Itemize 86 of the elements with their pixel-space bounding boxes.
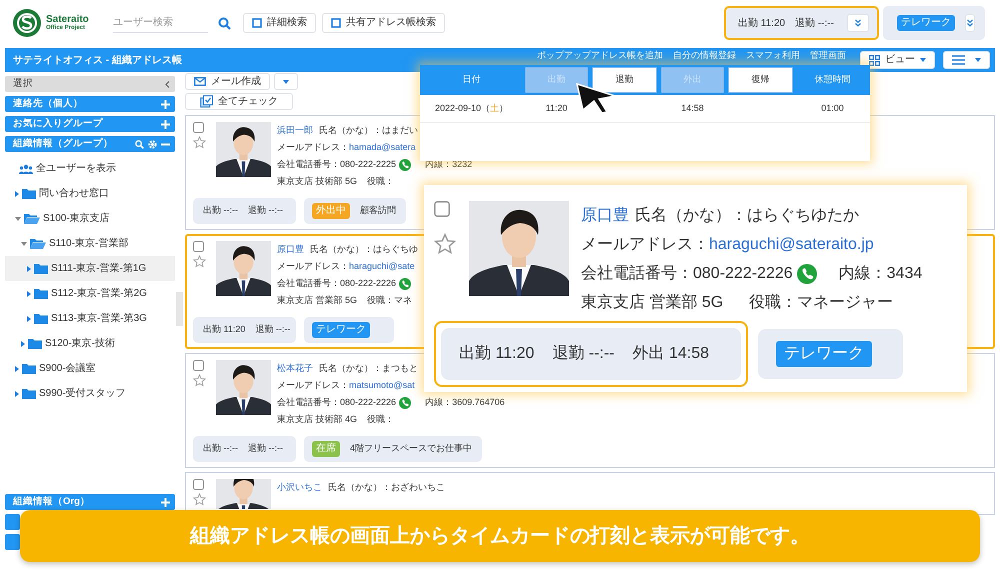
attendance-text: 退勤 --:-- (255, 323, 290, 336)
time-cell-text: 01:00 (821, 102, 844, 115)
time-cell-text: 14:58 (681, 102, 704, 115)
status-tag: 外出中 (312, 203, 350, 219)
attendance-text: 外出 14:58 (632, 344, 709, 364)
column-header: 休憩時間 (814, 73, 852, 86)
tree-item[interactable]: S120-東京-技術 (5, 331, 175, 356)
email-label: メールアドレス： (277, 380, 349, 390)
tree-item[interactable]: S100-東京支店 (5, 206, 175, 231)
attendance-text: 退勤 --:-- (552, 344, 614, 364)
phone-text: 会社電話番号：080-222-2226 (277, 396, 396, 409)
status-note: 4階フリースペースでお仕事中 (350, 442, 472, 456)
kana-text: 氏名（かな）：おざわいちこ (328, 482, 445, 492)
email-link[interactable]: matsumoto@sat (349, 380, 415, 390)
date-cell-text: 2022-09-10（土） (434, 102, 508, 115)
sidebar-section[interactable]: 連絡先（個人） (5, 96, 175, 112)
status-tag: テレワーク (776, 340, 872, 368)
person-name[interactable]: 浜田一郎 (277, 125, 313, 135)
header-link[interactable]: ポップアップアドレス帳を追加 (537, 50, 663, 60)
tree-item[interactable]: S990-受付スタッフ (5, 381, 175, 406)
sidebar-section[interactable]: 組織情報（グループ） (5, 136, 175, 152)
time-cell-text: 11:20 (546, 102, 568, 115)
status-tag: 在席 (312, 441, 340, 457)
tree-item[interactable]: S110-東京-営業部 (5, 231, 175, 256)
logo-name: Sateraito (46, 14, 89, 25)
person-name[interactable]: 原口豊 (581, 207, 629, 224)
timecard-button[interactable]: 退勤 (592, 67, 657, 93)
email-link[interactable]: hamada@satera (349, 142, 416, 152)
person-name[interactable]: 原口豊 (277, 244, 304, 254)
role-text: 役職： (367, 414, 394, 424)
status-tag: テレワーク (897, 15, 955, 31)
search-field[interactable]: ユーザー検索 (112, 13, 208, 33)
attendance-text: 退勤 --:-- (795, 16, 834, 30)
role-text: 役職： (367, 176, 394, 186)
tree-item[interactable]: S111-東京-営業-第1G (5, 256, 175, 281)
person-name[interactable]: 小沢いちこ (277, 482, 322, 492)
compose-button[interactable]: メール作成 (185, 73, 270, 90)
kana-text: 氏名（かな）：はらぐちゆたか (635, 207, 859, 224)
tree-item[interactable]: S900-会議室 (5, 356, 175, 381)
check-all-button[interactable]: 全てチェック (185, 93, 293, 110)
header-link[interactable]: スマフォ利用 (746, 50, 800, 60)
phone-text: 会社電話番号：080-222-2225 (277, 158, 396, 171)
sidebar-section[interactable]: 組織情報（Org） (5, 494, 175, 510)
tree-item[interactable]: 全ユーザーを表示 (5, 156, 175, 181)
sidebar-section[interactable]: お気に入りグループ (5, 116, 175, 132)
tree-item[interactable]: S112-東京-営業-第2G (5, 281, 175, 306)
email-label: メールアドレス： (277, 261, 349, 271)
banner-text: 組織アドレス帳の画面上からタイムカードの打刻と表示が可能です。 (20, 510, 980, 562)
sidebar-section[interactable]: 選択 (5, 76, 175, 92)
attendance-text: 出勤 11:20 (203, 323, 246, 336)
department-text: 東京支店 技術部 4G (277, 414, 358, 424)
header-link[interactable]: 管理画面 (810, 50, 846, 60)
person-name[interactable]: 松本花子 (277, 363, 313, 373)
status-tag: テレワーク (312, 322, 370, 338)
kana-text: 氏名（かな）：はらぐちゆ (310, 244, 418, 254)
department-text: 東京支店 営業部 5G (277, 295, 358, 305)
attendance-text: 退勤 --:-- (248, 204, 283, 218)
header-link[interactable]: 自分の情報登録 (673, 50, 736, 60)
email-link[interactable]: haraguchi@sate (349, 261, 415, 271)
kana-text: 氏名（かな）：はまだい (319, 125, 418, 135)
phone-text: 会社電話番号：080-222-2226 (581, 264, 793, 284)
role-text: 役職：マネージャー (749, 294, 894, 311)
phone-text: 会社電話番号：080-222-2226 (277, 277, 396, 290)
tree-item[interactable]: 問い合わせ窓口 (5, 181, 175, 206)
extension-text: 内線：3609.764706 (425, 396, 505, 409)
attendance-text: 出勤 11:20 (459, 344, 534, 364)
timecard-button[interactable]: 復帰 (728, 67, 793, 93)
search-button[interactable]: 詳細検索 (242, 13, 316, 33)
attendance-text: 出勤 11:20 (738, 16, 786, 30)
view-button[interactable]: ビュー (860, 51, 935, 69)
attendance-text: 退勤 --:-- (248, 442, 283, 456)
email-label: メールアドレス： (277, 142, 349, 152)
department-text: 東京支店 技術部 5G (277, 176, 358, 186)
search-button[interactable]: 共有アドレス帳検索 (322, 13, 445, 33)
attendance-text: 出勤 --:-- (203, 204, 238, 218)
extension-text: 内線：3434 (838, 264, 922, 284)
role-text: 役職：マネ (367, 295, 412, 305)
email-label: メールアドレス： (581, 236, 709, 253)
status-note: 顧客訪問 (360, 204, 396, 218)
attendance-text: 出勤 --:-- (203, 442, 238, 456)
page-title: サテライトオフィス - 組織アドレス帳 (13, 54, 182, 68)
email-link[interactable]: haraguchi@sateraito.jp (709, 236, 874, 253)
kana-text: 氏名（かな）：まつもと (319, 363, 418, 373)
department-text: 東京支店 営業部 5G (581, 294, 724, 311)
column-header: 日付 (462, 73, 482, 86)
tree-item[interactable]: S113-東京-営業-第3G (5, 306, 175, 331)
